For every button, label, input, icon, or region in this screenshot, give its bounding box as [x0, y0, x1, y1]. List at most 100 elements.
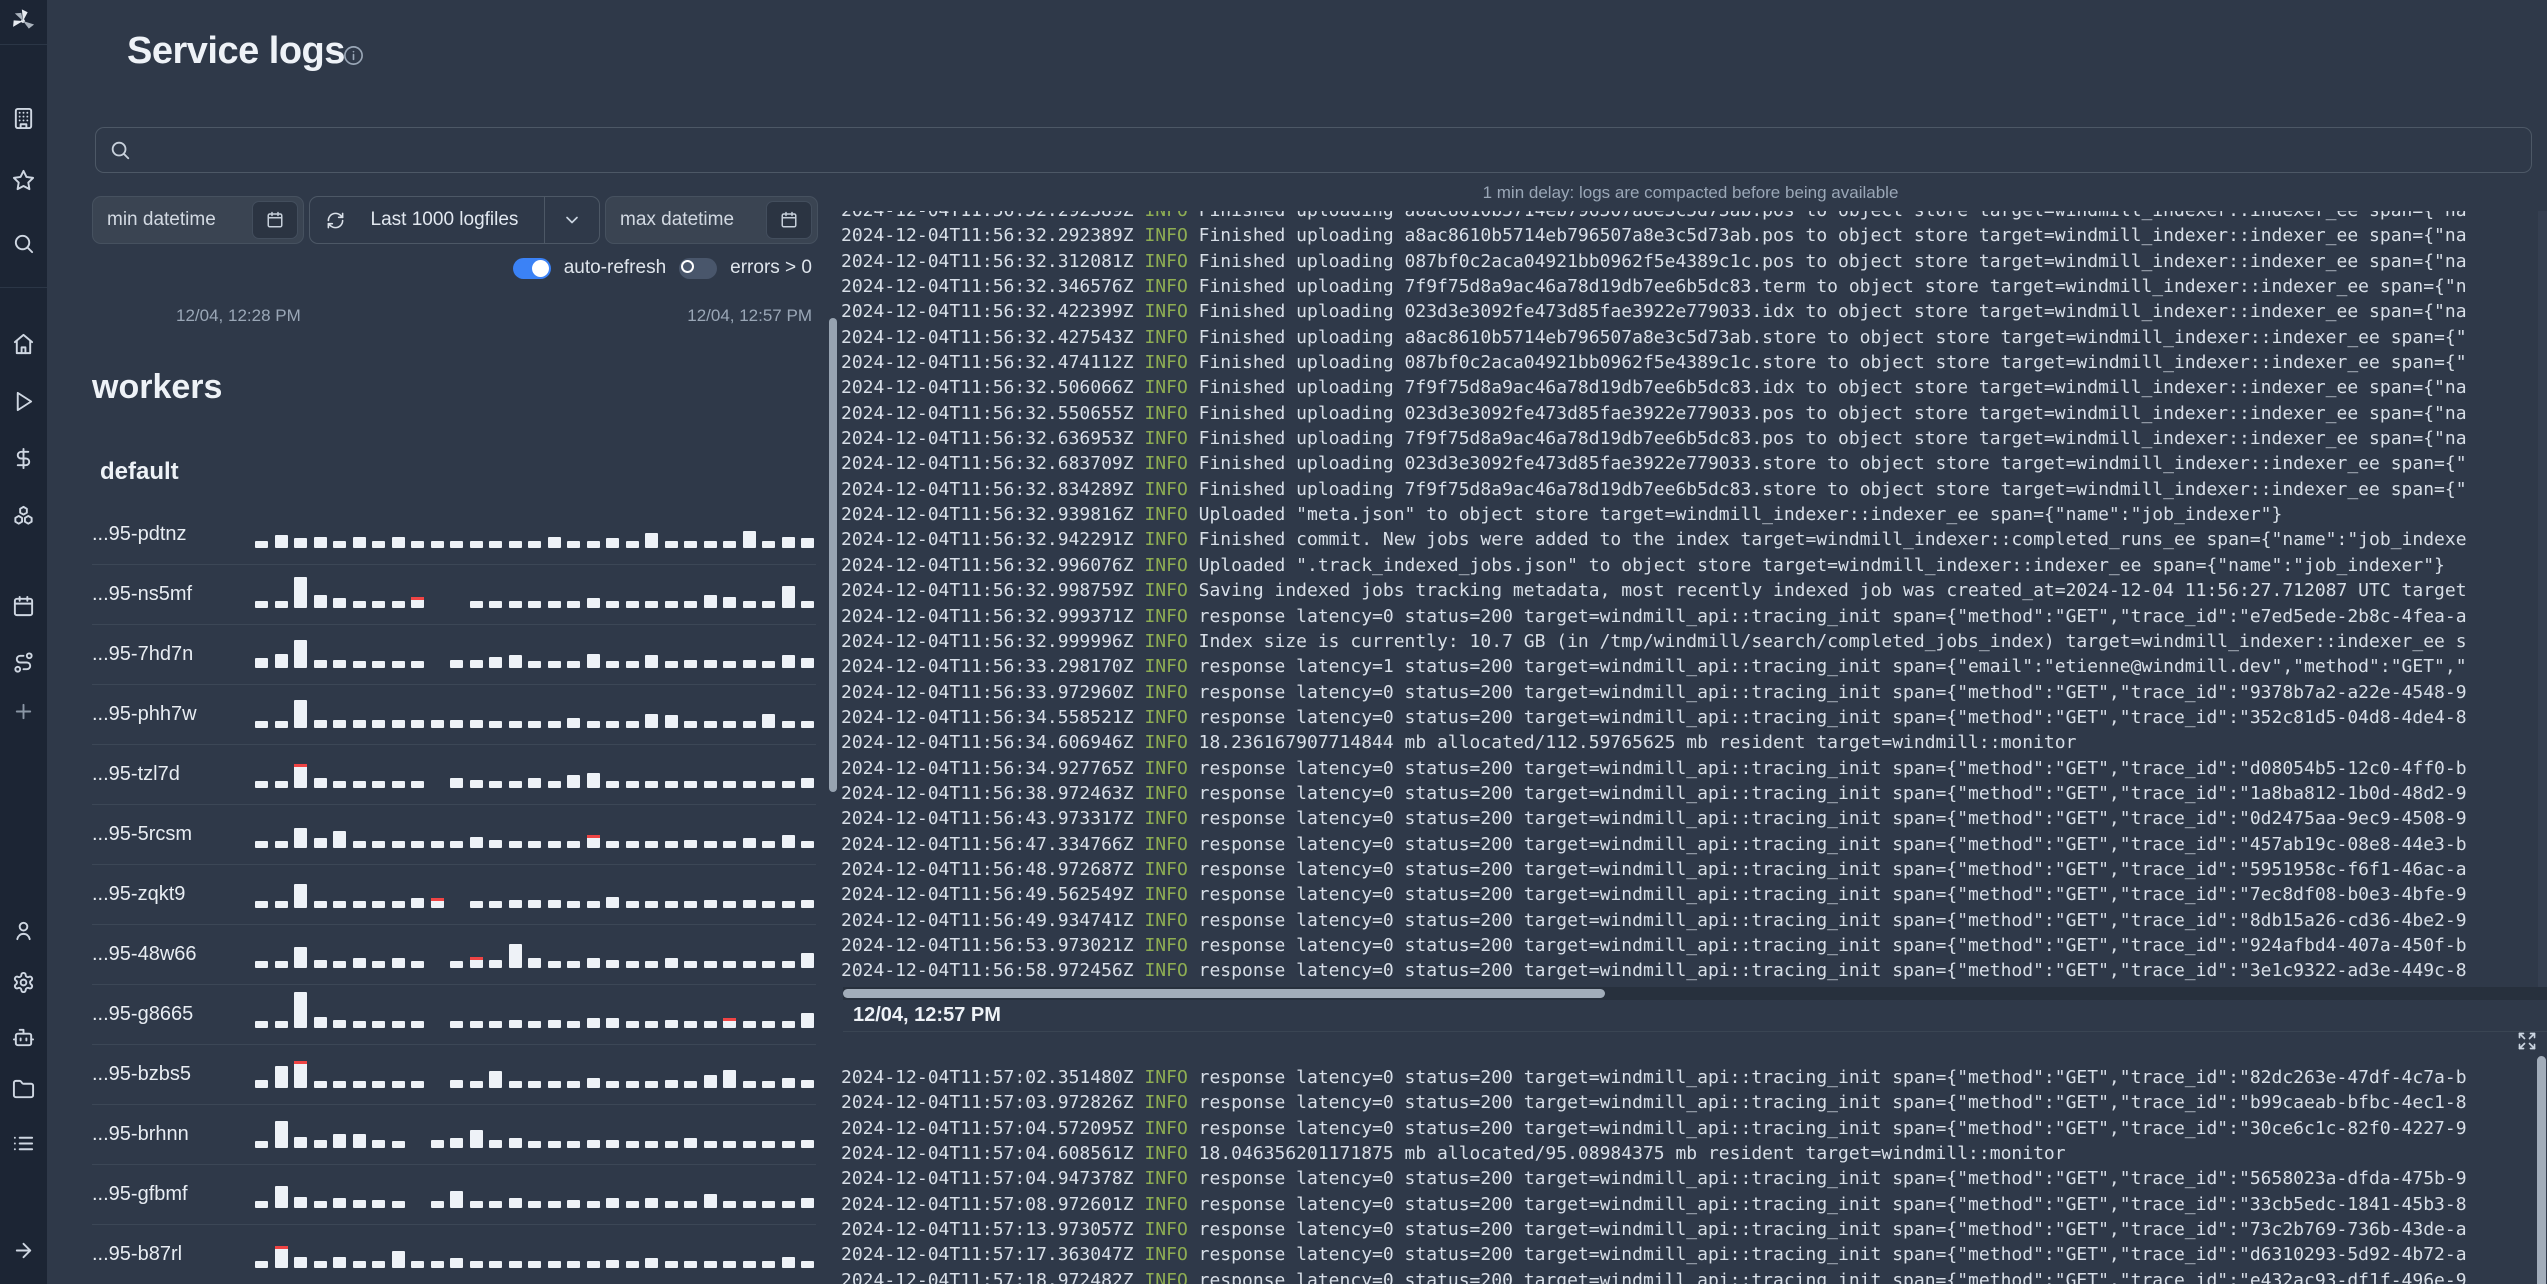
- activity-bar: [703, 595, 717, 608]
- activity-bar: [294, 1257, 307, 1268]
- worker-row[interactable]: ...95-pdtnz: [92, 505, 816, 565]
- worker-activity-chart: [255, 986, 816, 1028]
- activity-bar-slot: [547, 601, 561, 608]
- activity-bar-slot: [723, 1070, 736, 1088]
- activity-bar-slot: [586, 598, 600, 608]
- activity-bar: [489, 1071, 502, 1088]
- log-message: response latency=0 status=200 target=win…: [1187, 934, 2467, 956]
- activity-bar: [762, 541, 775, 548]
- activity-bar: [723, 1261, 736, 1268]
- log-message: response latency=0 status=200 target=win…: [1187, 1193, 2467, 1215]
- activity-bar-slot: [255, 1201, 268, 1208]
- activity-bar-slot: [742, 660, 756, 668]
- worker-row[interactable]: ...95-bzbs5: [92, 1045, 816, 1105]
- min-datetime-calendar-button[interactable]: [252, 201, 298, 239]
- activity-bar: [586, 1018, 600, 1028]
- log-level: INFO: [1144, 960, 1188, 982]
- activity-bar-slot: [781, 1257, 795, 1268]
- scrollbar-thumb[interactable]: [843, 989, 1605, 998]
- activity-bar-slot: [528, 900, 541, 908]
- calendar-icon[interactable]: [12, 595, 35, 618]
- route-icon[interactable]: [12, 651, 35, 674]
- building-icon[interactable]: [12, 107, 35, 130]
- activity-bar-slot: [664, 541, 678, 548]
- activity-bar: [411, 781, 424, 788]
- activity-bar-slot: [645, 714, 658, 728]
- worker-row[interactable]: ...95-48w66: [92, 925, 816, 985]
- worker-row[interactable]: ...95-phh7w: [92, 685, 816, 745]
- worker-row[interactable]: ...95-tzl7d: [92, 745, 816, 805]
- worker-row[interactable]: ...95-ns5mf: [92, 565, 816, 625]
- error-cap: [274, 1246, 288, 1249]
- search-input[interactable]: [141, 139, 2518, 161]
- user-icon[interactable]: [12, 919, 35, 942]
- activity-bar-slot: [742, 1261, 756, 1268]
- max-datetime-input[interactable]: max datetime: [605, 196, 818, 244]
- activity-bar: [411, 661, 424, 668]
- log-message: response latency=0 status=200 target=win…: [1187, 757, 2467, 779]
- activity-bar: [801, 1080, 814, 1088]
- plus-icon[interactable]: [12, 700, 35, 723]
- activity-bar: [333, 1198, 346, 1208]
- expand-icon[interactable]: [2517, 1031, 2537, 1051]
- star-icon[interactable]: [12, 169, 35, 192]
- activity-bar: [781, 961, 795, 968]
- activity-bar: [411, 841, 424, 848]
- home-icon[interactable]: [12, 333, 35, 356]
- log-timestamp: 2024-12-04T11:56:33.972960Z: [841, 681, 1145, 703]
- activity-bar-slot: [294, 577, 307, 608]
- activity-bar: [430, 541, 444, 548]
- log-viewer-top-scrollbar[interactable]: [2538, 211, 2547, 987]
- worker-row[interactable]: ...95-gfbmf: [92, 1165, 816, 1225]
- worker-row[interactable]: ...95-g8665: [92, 985, 816, 1045]
- chevron-down-icon[interactable]: [562, 210, 582, 230]
- activity-bar-slot: [586, 1078, 600, 1088]
- activity-bar: [625, 1201, 639, 1208]
- errors-toggle[interactable]: [679, 257, 718, 279]
- worker-row[interactable]: ...95-5rcsm: [92, 805, 816, 865]
- worker-row[interactable]: ...95-brhnn: [92, 1105, 816, 1165]
- windmill-logo-icon[interactable]: [9, 7, 37, 35]
- auto-refresh-toggle[interactable]: [512, 257, 551, 279]
- activity-bar: [313, 660, 327, 668]
- activity-bar: [684, 1138, 697, 1148]
- play-icon[interactable]: [12, 390, 35, 413]
- activity-bar-slot: [489, 781, 502, 788]
- activity-bar-slot: [606, 721, 619, 728]
- calendar-icon: [266, 211, 284, 229]
- min-datetime-input[interactable]: min datetime: [92, 196, 304, 244]
- search-icon[interactable]: [12, 232, 35, 255]
- activity-bar-slot: [567, 1141, 580, 1148]
- activity-bar: [781, 835, 795, 848]
- list-icon[interactable]: [12, 1132, 35, 1155]
- cubes-icon[interactable]: [12, 504, 35, 527]
- activity-bar-slot: [508, 944, 522, 968]
- dollar-sign-icon[interactable]: [12, 447, 35, 470]
- log-line: 2024-12-04T11:57:04.572095Z INFO respons…: [841, 1116, 2538, 1141]
- activity-bar: [781, 1078, 795, 1088]
- folder-icon[interactable]: [12, 1078, 35, 1101]
- activity-bar: [508, 1198, 522, 1208]
- worker-row[interactable]: ...95-b87rl: [92, 1225, 816, 1284]
- activity-bar: [528, 1201, 541, 1208]
- log-level: INFO: [1144, 681, 1188, 703]
- activity-bar: [684, 541, 697, 548]
- sidebar: [0, 0, 47, 1284]
- logfiles-select-button[interactable]: Last 1000 logfiles: [309, 196, 600, 244]
- robot-icon[interactable]: [12, 1026, 35, 1049]
- log-message: response latency=0 status=200 target=win…: [1187, 1168, 2467, 1190]
- activity-bar: [255, 1080, 268, 1088]
- max-datetime-calendar-button[interactable]: [766, 201, 812, 239]
- worker-row[interactable]: ...95-7hd7n: [92, 625, 816, 685]
- log-timestamp: 2024-12-04T11:57:08.972601Z: [841, 1193, 1145, 1215]
- scrollbar-thumb[interactable]: [829, 318, 837, 792]
- settings-icon[interactable]: [12, 971, 35, 994]
- log-message: response latency=0 status=200 target=win…: [1187, 960, 2467, 982]
- scrollbar-thumb[interactable]: [2537, 1056, 2546, 1284]
- worker-row[interactable]: ...95-zqkt9: [92, 865, 816, 925]
- arrow-right-icon[interactable]: [12, 1239, 35, 1262]
- activity-bar: [606, 960, 619, 968]
- activity-bar: [742, 1081, 756, 1088]
- activity-bar-slot: [508, 541, 522, 548]
- info-icon[interactable]: [342, 44, 365, 67]
